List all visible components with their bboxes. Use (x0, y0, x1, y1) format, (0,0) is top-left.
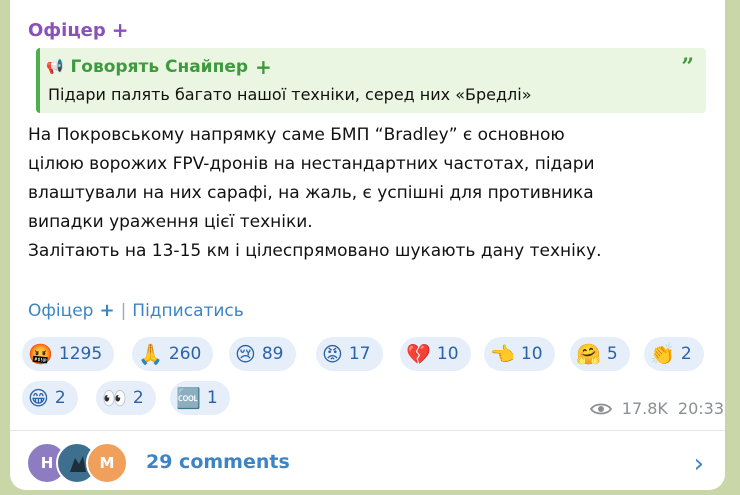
reply-source: Говорять Снайпер (70, 57, 249, 77)
cool-button-icon: 🆒 (176, 386, 201, 410)
avatar-letter: Н (40, 454, 54, 472)
reaction-broken-heart[interactable]: 💔 10 (400, 337, 471, 371)
reaction-angry[interactable]: 😡 17 (316, 337, 383, 371)
message-line: цілюю ворожих FPV-дронів на нестандартни… (28, 154, 595, 174)
view-count: 17.8K (621, 399, 668, 418)
message-time: 20:33 (677, 399, 724, 418)
reaction-count: 1 (206, 388, 218, 408)
reaction-count: 2 (54, 388, 66, 408)
author-label: Офіцер (28, 19, 106, 41)
message-meta: 17.8K 20:33 (589, 399, 724, 418)
crying-face-icon: 😢 (235, 342, 256, 366)
author-name[interactable]: Офіцер + (28, 18, 129, 42)
plus-icon: + (111, 18, 129, 42)
reaction-count: 260 (168, 344, 202, 364)
avatar-letter: М (99, 454, 115, 472)
channel-link[interactable]: Офіцер (28, 301, 93, 321)
subscribe-link[interactable]: Підписатись (132, 301, 244, 321)
quote-icon: ” (681, 54, 694, 80)
hugging-face-icon: 🤗 (576, 342, 601, 366)
reaction-eyes[interactable]: 👀 2 (96, 381, 156, 415)
message-line: Залітають на 13-15 км і цілеспрямовано ш… (28, 241, 602, 261)
message-text: На Покровському напрямку саме БМП “Bradl… (28, 121, 708, 266)
broken-heart-icon: 💔 (406, 342, 431, 366)
eye-icon (589, 403, 612, 414)
message-line: влаштували на них сарафі, на жаль, є усп… (28, 183, 594, 203)
reaction-praying[interactable]: 🙏 260 (132, 337, 214, 371)
plus-icon: + (255, 55, 272, 79)
reply-text: Підари палять багато нашої техніки, сере… (48, 85, 532, 104)
reaction-count: 1295 (58, 344, 103, 364)
praying-hands-icon: 🙏 (138, 342, 163, 366)
reaction-cool[interactable]: 🆒 1 (170, 381, 230, 415)
reaction-count: 5 (606, 344, 618, 364)
reaction-hugging[interactable]: 🤗 5 (570, 337, 630, 371)
avatar: М (86, 442, 128, 484)
reply-header: 📢 Говорять Снайпер + (46, 55, 272, 79)
separator: | (120, 300, 127, 321)
chevron-right-icon[interactable]: › (694, 449, 704, 479)
clapping-hands-icon: 👏 (650, 342, 675, 366)
reaction-crying[interactable]: 😢 89 (229, 337, 296, 371)
divider (10, 430, 725, 431)
reaction-pointing[interactable]: 👈 10 (484, 337, 555, 371)
reaction-count: 17 (348, 344, 371, 364)
reaction-grinning[interactable]: 😁 2 (22, 381, 78, 415)
angry-swearing-face-icon: 🤬 (28, 342, 53, 366)
angry-face-icon: 😡 (322, 342, 343, 366)
reaction-angry-swearing[interactable]: 🤬 1295 (22, 337, 115, 371)
reaction-count: 89 (261, 344, 284, 364)
reaction-count: 10 (520, 344, 543, 364)
plus-icon: + (99, 300, 115, 321)
message-line: На Покровському напрямку саме БМП “Bradl… (28, 125, 565, 145)
reaction-count: 2 (132, 388, 144, 408)
eyes-icon: 👀 (102, 386, 127, 410)
reaction-count: 10 (436, 344, 459, 364)
commenter-avatars[interactable]: Н М (26, 442, 136, 484)
reaction-clapping[interactable]: 👏 2 (644, 337, 704, 371)
reply-preview[interactable]: 📢 Говорять Снайпер + ” Підари палять баг… (36, 48, 706, 113)
megaphone-icon: 📢 (46, 59, 64, 75)
pointing-hand-icon: 👈 (490, 342, 515, 366)
channel-footer: Офіцер + | Підписатись (28, 300, 244, 321)
grinning-face-icon: 😁 (28, 386, 49, 410)
reaction-count: 2 (680, 344, 692, 364)
comments-link[interactable]: 29 comments (146, 451, 290, 473)
message-line: випадки ураження цієї техніки. (28, 212, 313, 232)
